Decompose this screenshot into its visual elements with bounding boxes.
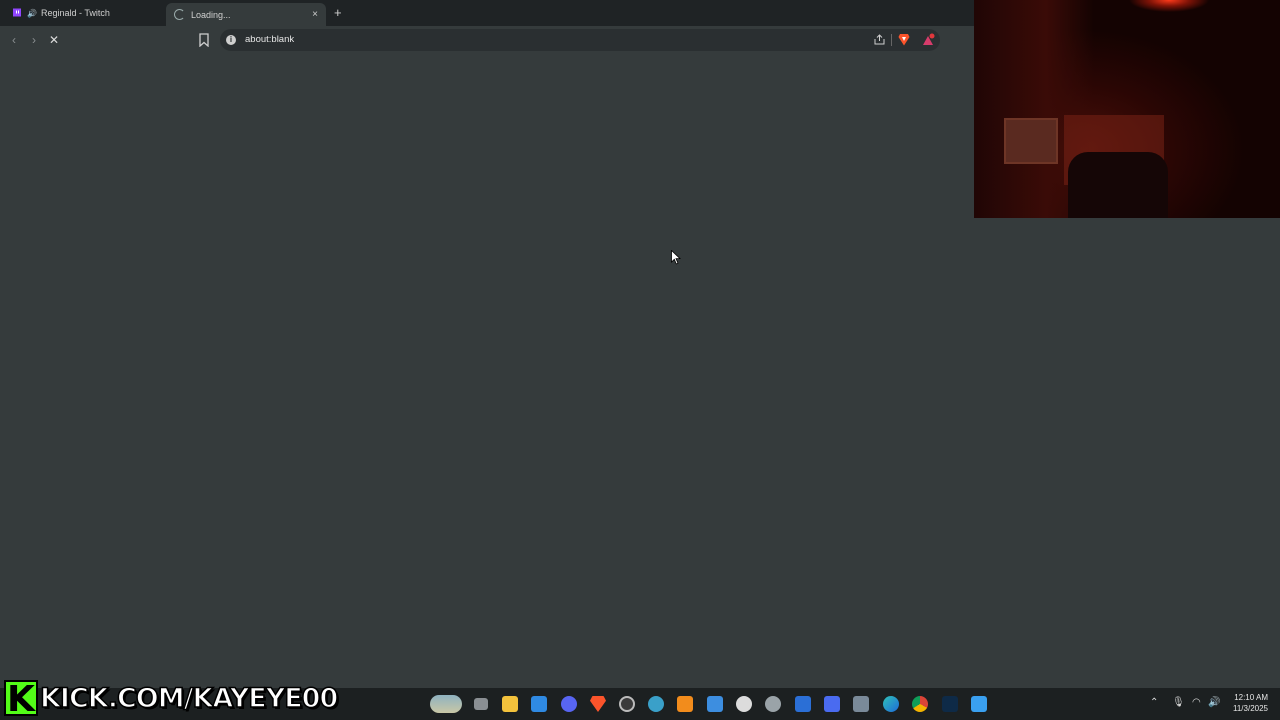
tab-label: Loading... [191, 9, 231, 20]
twitch-icon [13, 8, 21, 17]
tab-strip: 🔊 Reginald - Twitch Loading... × + [0, 0, 974, 26]
weather-icon[interactable] [430, 695, 462, 713]
chatgpt-icon[interactable] [736, 696, 752, 712]
word-icon[interactable] [795, 696, 811, 712]
webcam-chair [1068, 152, 1168, 218]
webcam-overlay [974, 0, 1280, 218]
fl-studio-icon[interactable] [677, 696, 693, 712]
mouse-cursor-icon [671, 250, 681, 265]
wifi-icon[interactable]: ◠ [1192, 697, 1201, 708]
tab-label: Reginald - Twitch [40, 8, 110, 18]
kick-logo: K [4, 680, 38, 718]
bookmark-icon[interactable] [199, 33, 209, 47]
share-icon[interactable] [874, 34, 885, 45]
toolbar-divider [891, 34, 892, 46]
kick-url-text: KICK.COM/KAYEYE00 [39, 682, 339, 715]
stop-loading-button[interactable]: ✕ [46, 32, 62, 48]
settings-icon[interactable] [765, 696, 781, 712]
browser-toolbar: ‹ › ✕ i about:blank [0, 26, 974, 54]
loading-spinner-icon [174, 9, 185, 20]
brave-rewards-icon[interactable] [921, 33, 935, 47]
chrome-icon[interactable] [912, 696, 928, 712]
volume-icon[interactable]: 🔊 [1208, 697, 1220, 708]
clock-date: 11/3/2025 [1233, 704, 1268, 713]
show-hidden-icons-icon[interactable]: ⌃ [1150, 697, 1158, 708]
tab-loading[interactable]: Loading... × [166, 3, 326, 26]
obs-icon[interactable] [619, 696, 635, 712]
clock-time: 12:10 AM [1234, 693, 1268, 702]
file-explorer-icon[interactable] [502, 696, 518, 712]
store-icon[interactable] [531, 696, 547, 712]
address-bar[interactable]: i about:blank [220, 29, 940, 51]
notepad-icon[interactable] [707, 696, 723, 712]
forward-button[interactable]: › [26, 32, 42, 48]
edge-icon[interactable] [883, 696, 899, 712]
microphone-icon[interactable]: 🎙 [1172, 697, 1185, 708]
terminal-icon[interactable] [942, 696, 958, 712]
task-view-icon[interactable] [474, 698, 488, 710]
browser-icon[interactable] [648, 696, 664, 712]
url-text[interactable]: about:blank [245, 34, 294, 45]
back-button[interactable]: ‹ [6, 32, 22, 48]
calculator-icon[interactable] [853, 696, 869, 712]
close-tab-icon[interactable]: × [312, 9, 318, 20]
discord-icon[interactable] [561, 696, 577, 712]
webcam-ac-unit [1004, 118, 1058, 164]
kick-overlay-banner: K KICK.COM/KAYEYE00 [4, 678, 339, 718]
brave-shields-icon[interactable] [898, 33, 910, 46]
app-icon[interactable] [824, 696, 840, 712]
photos-icon[interactable] [971, 696, 987, 712]
site-info-icon[interactable]: i [226, 35, 236, 45]
tab-twitch[interactable]: 🔊 Reginald - Twitch [4, 2, 164, 24]
audio-playing-icon[interactable]: 🔊 [27, 9, 37, 18]
new-tab-button[interactable]: + [334, 5, 342, 20]
system-clock[interactable]: 12:10 AM 11/3/2025 [1226, 692, 1268, 714]
